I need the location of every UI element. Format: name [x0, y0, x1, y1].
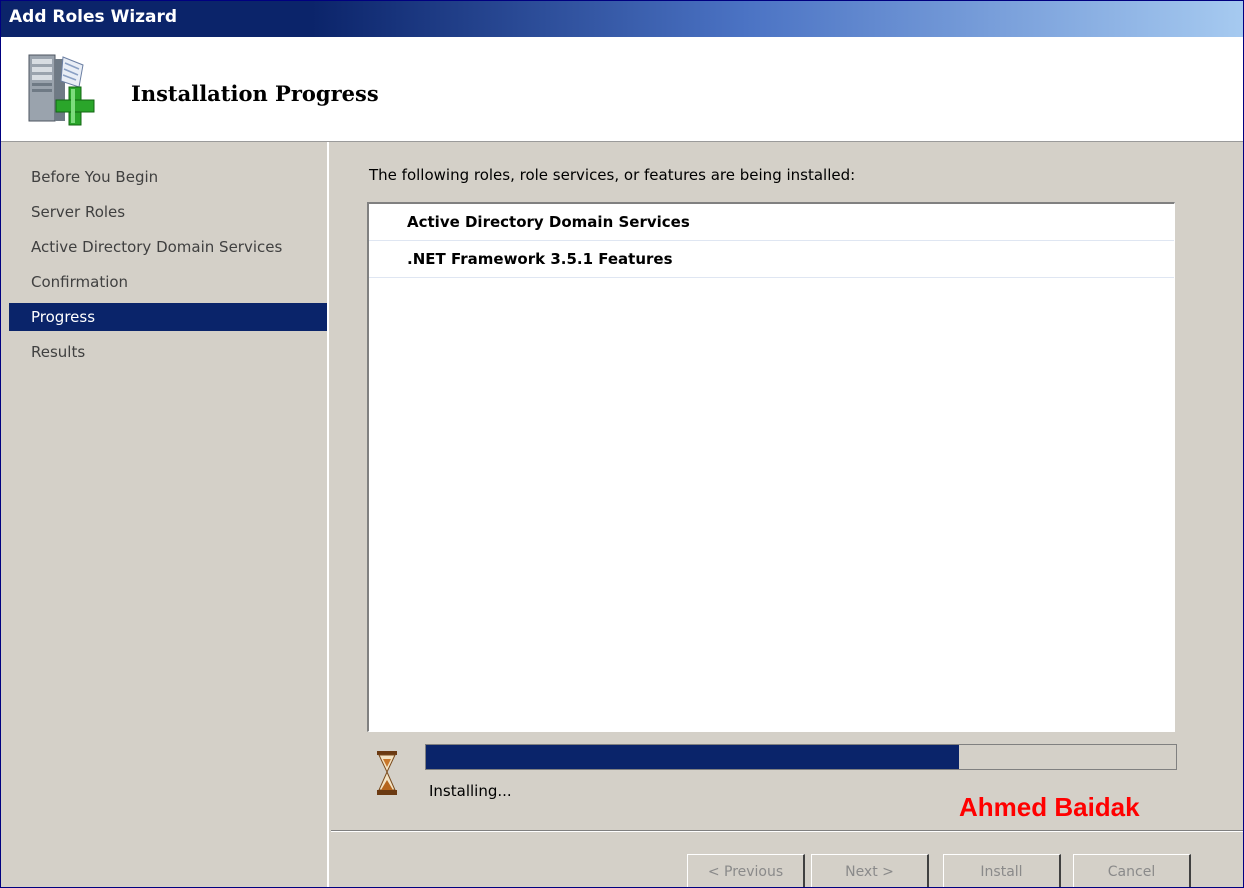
nav-item-before-you-begin[interactable]: Before You Begin	[9, 163, 327, 191]
wizard-header: Installation Progress	[1, 37, 1243, 142]
window-title: Add Roles Wizard	[9, 7, 178, 27]
nav-item-ad-domain-services[interactable]: Active Directory Domain Services	[9, 233, 327, 261]
footer-divider	[331, 830, 1243, 832]
nav-item-server-roles[interactable]: Server Roles	[9, 198, 327, 226]
progress-status: Installing...	[429, 782, 512, 800]
progress-bar-fill	[426, 745, 959, 769]
installing-items-list[interactable]: Active Directory Domain Services .NET Fr…	[367, 202, 1175, 732]
next-button[interactable]: Next >	[811, 854, 929, 887]
page-title: Installation Progress	[131, 81, 379, 106]
list-item: .NET Framework 3.5.1 Features	[369, 241, 1174, 278]
list-item: Active Directory Domain Services	[369, 204, 1174, 241]
wizard-window: Add Roles Wizard Installation Progress B…	[0, 0, 1244, 888]
progress-bar	[425, 744, 1177, 770]
server-add-icon	[28, 54, 95, 126]
title-bar[interactable]: Add Roles Wizard	[1, 1, 1243, 37]
install-button[interactable]: Install	[943, 854, 1061, 887]
nav-item-progress[interactable]: Progress	[9, 303, 327, 331]
cancel-button[interactable]: Cancel	[1073, 854, 1191, 887]
hourglass-icon	[377, 751, 397, 795]
wizard-nav: Before You Begin Server Roles Active Dir…	[1, 142, 329, 887]
previous-button[interactable]: < Previous	[687, 854, 805, 887]
author-watermark: Ahmed Baidak	[959, 792, 1140, 822]
nav-item-confirmation[interactable]: Confirmation	[9, 268, 327, 296]
content-panel: The following roles, role services, or f…	[331, 142, 1243, 887]
intro-text: The following roles, role services, or f…	[369, 166, 856, 184]
nav-item-results[interactable]: Results	[9, 338, 327, 366]
